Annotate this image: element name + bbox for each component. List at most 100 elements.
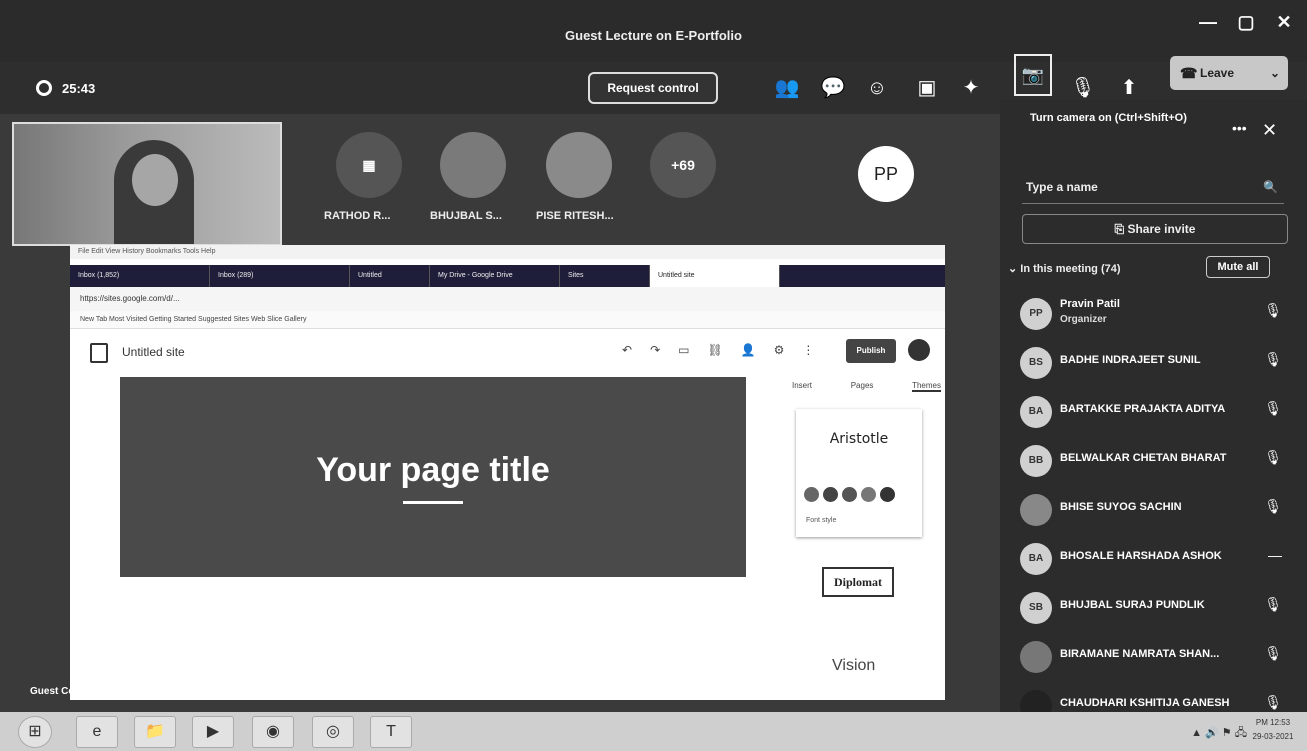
mic-off-icon: 🎙 (1264, 498, 1282, 514)
mic-on-icon: — (1268, 547, 1282, 563)
maximize-button[interactable]: ▢ (1235, 12, 1257, 33)
search-icon: 🔍 (1263, 180, 1278, 194)
chrome-icon[interactable]: ◉ (252, 716, 294, 748)
close-panel-icon[interactable]: ✕ (1262, 120, 1277, 141)
leave-button[interactable]: ☎ Leave ⌄ (1170, 56, 1288, 90)
minimize-button[interactable]: — (1197, 12, 1219, 33)
page-title[interactable]: Your page title (120, 451, 746, 490)
tab-themes[interactable]: Themes (912, 381, 941, 392)
more-actions-icon[interactable]: ✦ (956, 74, 986, 102)
swatch[interactable] (880, 487, 895, 502)
settings-icon[interactable]: ⚙ (774, 343, 785, 357)
window-controls: — ▢ ✕ (1197, 12, 1295, 33)
participant-role: Organizer (1060, 314, 1107, 325)
mic-off-icon[interactable]: 🎙 (1068, 74, 1098, 102)
clock-date: 29-03-2021 (1252, 732, 1294, 741)
media-player-icon[interactable]: ▶ (192, 716, 234, 748)
browser-tabs: Inbox (1,852) Inbox (289) Untitled My Dr… (70, 265, 945, 287)
avatar: SB (1020, 592, 1052, 624)
more-participants-tile[interactable]: +69 (650, 132, 716, 198)
preview-icon[interactable]: ▭ (678, 343, 689, 357)
site-title[interactable]: Untitled site (122, 345, 185, 359)
sites-toolbar: ↶ ↷ ▭ ⛓ 👤 ⚙ ⋮ (622, 343, 814, 357)
participant-name: RATHOD R... (324, 210, 391, 222)
people-icon[interactable]: 👥 (772, 74, 802, 102)
title-underline (403, 501, 463, 504)
start-button[interactable]: ⊞ (18, 716, 52, 748)
theme-card-diplomat[interactable]: Diplomat (822, 567, 894, 597)
swatch[interactable] (842, 487, 857, 502)
link-icon[interactable]: ⛓ (707, 343, 722, 357)
address-bar[interactable]: https://sites.google.com/d/... (70, 287, 945, 311)
mic-off-icon: 🎙 (1264, 400, 1282, 416)
participant-name: BHOSALE HARSHADA ASHOK (1060, 550, 1222, 562)
in-meeting-header[interactable]: ⌄ In this meeting (74) (1008, 262, 1121, 275)
browser-tab[interactable]: My Drive - Google Drive (430, 265, 560, 287)
participant-tile[interactable] (440, 132, 506, 198)
browser-tab[interactable]: Untitled site (650, 265, 780, 287)
view-icon[interactable]: ▣ (912, 74, 942, 102)
theme-card-aristotle[interactable]: Aristotle Font style (796, 409, 922, 537)
list-item[interactable]: SB BHUJBAL SURAJ PUNDLIK 🎙 (1018, 584, 1288, 633)
redo-icon[interactable]: ↷ (650, 343, 660, 357)
sites-header: Untitled site ↶ ↷ ▭ ⛓ 👤 ⚙ ⋮ Publish (70, 331, 945, 375)
reactions-icon[interactable]: ☺ (862, 74, 892, 102)
browser-tab[interactable]: Inbox (289) (210, 265, 350, 287)
share-icon[interactable]: 👤 (741, 343, 756, 357)
close-button[interactable]: ✕ (1273, 12, 1295, 33)
swatch[interactable] (823, 487, 838, 502)
request-control-button[interactable]: Request control (588, 72, 718, 104)
swatch[interactable] (804, 487, 819, 502)
avatar[interactable] (908, 339, 930, 361)
more-icon[interactable]: ⋮ (802, 343, 814, 357)
page-header-banner[interactable]: Your page title (120, 377, 746, 577)
window-title: Guest Lecture on E-Portfolio (565, 28, 742, 43)
chat-icon[interactable]: 💬 (818, 74, 848, 102)
more-options-icon[interactable]: ••• (1232, 120, 1247, 136)
list-item[interactable]: PP Pravin Patil Organizer 🎙 (1018, 290, 1288, 339)
avatar: PP (1020, 298, 1052, 330)
share-screen-icon[interactable]: ⬆ (1114, 74, 1144, 102)
participant-tile[interactable]: ▦ (336, 132, 402, 198)
participant-tile[interactable] (546, 132, 612, 198)
tab-pages[interactable]: Pages (851, 381, 874, 392)
theme-card-vision[interactable]: Vision (832, 657, 875, 675)
share-invite-button[interactable]: ⎘ Share invite (1022, 214, 1288, 244)
participant-name: BHISE SUYOG SACHIN (1060, 501, 1182, 513)
sidebar-tabs: Insert Pages Themes (788, 381, 945, 392)
list-item[interactable]: BS BADHE INDRAJEET SUNIL 🎙 (1018, 339, 1288, 388)
search-input[interactable]: Type a name 🔍 (1022, 170, 1284, 204)
clock[interactable]: PM 12:53 29-03-2021 (1247, 716, 1299, 744)
swatch[interactable] (861, 487, 876, 502)
browser-tab[interactable]: Inbox (1,852) (70, 265, 210, 287)
avatar[interactable]: PP (858, 146, 914, 202)
list-item[interactable]: BA BHOSALE HARSHADA ASHOK — (1018, 535, 1288, 584)
leave-label: Leave (1200, 66, 1235, 80)
list-item[interactable]: BHISE SUYOG SACHIN 🎙 (1018, 486, 1288, 535)
clock-time: PM 12:53 (1255, 718, 1291, 727)
participant-name: BHUJBAL S... (430, 210, 502, 222)
browser-tab[interactable]: Sites (560, 265, 650, 287)
participant-name: BARTAKKE PRAJAKTA ADITYA (1060, 403, 1226, 415)
undo-icon[interactable]: ↶ (622, 343, 632, 357)
mute-all-button[interactable]: Mute all (1206, 256, 1270, 278)
ie-icon[interactable]: e (76, 716, 118, 748)
participant-list: PP Pravin Patil Organizer 🎙 BS BADHE IND… (1018, 290, 1288, 731)
publish-button[interactable]: Publish (846, 339, 896, 363)
list-item[interactable]: BA BARTAKKE PRAJAKTA ADITYA 🎙 (1018, 388, 1288, 437)
system-tray[interactable]: ▲ 🔊 ⚑ 🖧 (1191, 724, 1247, 743)
recording-icon (36, 80, 52, 96)
font-style-select[interactable]: Font style (806, 517, 836, 524)
browser-tab[interactable]: Untitled (350, 265, 430, 287)
tab-insert[interactable]: Insert (792, 381, 812, 392)
file-explorer-icon[interactable]: 📁 (134, 716, 176, 748)
camera-off-button[interactable]: 📷 (1014, 54, 1052, 96)
list-item[interactable]: BIRAMANE NAMRATA SHAN... 🎙 (1018, 633, 1288, 682)
theme-name: Aristotle (829, 431, 889, 447)
teams-icon[interactable]: T (370, 716, 412, 748)
participant-name: PISE RITESH... (536, 210, 614, 222)
avatar (1020, 494, 1052, 526)
list-item[interactable]: BB BELWALKAR CHETAN BHARAT 🎙 (1018, 437, 1288, 486)
app-icon[interactable]: ◎ (312, 716, 354, 748)
chevron-down-icon[interactable]: ⌄ (1270, 56, 1280, 90)
